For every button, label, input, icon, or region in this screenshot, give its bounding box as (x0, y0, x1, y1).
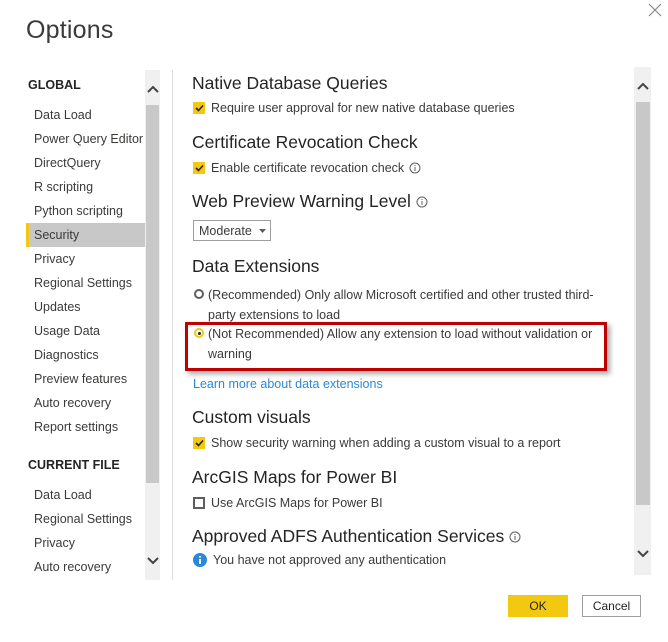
chevron-down-icon (636, 550, 649, 558)
section-title-text: ArcGIS Maps for Power BI (192, 467, 398, 487)
info-icon[interactable] (416, 196, 428, 208)
sidebar-heading-current-file: CURRENT FILE (28, 458, 120, 472)
radio-not-recommended-label: (Not Recommended) Allow any extension to… (208, 327, 593, 361)
cert-revocation-checkbox[interactable] (193, 162, 205, 174)
custom-visuals-warning-label: Show security warning when adding a cust… (211, 436, 561, 450)
sidebar-scrollbar[interactable] (145, 70, 160, 580)
native-db-approval-label: Require user approval for new native dat… (211, 101, 515, 115)
section-title-text: Certificate Revocation Check (192, 132, 418, 152)
sidebar-item-data-load[interactable]: Data Load (26, 103, 146, 127)
caret-down-icon (258, 228, 266, 233)
main-scroll-thumb[interactable] (636, 102, 650, 505)
data-extensions-not-recommended-option[interactable]: (Not Recommended) Allow any extension to… (193, 324, 613, 364)
sidebar-item-file-privacy[interactable]: Privacy (26, 531, 146, 555)
sidebar-item-regional-settings[interactable]: Regional Settings (26, 271, 146, 295)
info-icon[interactable] (409, 162, 421, 174)
arcgis-label: Use ArcGIS Maps for Power BI (211, 496, 383, 510)
info-icon[interactable] (509, 531, 521, 543)
section-title-cert-revocation: Certificate Revocation Check (192, 132, 418, 153)
sidebar-item-updates[interactable]: Updates (26, 295, 146, 319)
cancel-button[interactable]: Cancel (582, 595, 641, 617)
section-title-arcgis: ArcGIS Maps for Power BI (192, 467, 397, 488)
web-preview-level-dropdown[interactable]: Moderate (193, 220, 271, 241)
sidebar-item-power-query-editor[interactable]: Power Query Editor (26, 127, 146, 151)
section-title-web-preview: Web Preview Warning Level (192, 191, 428, 212)
close-icon (648, 3, 662, 17)
section-title-custom-visuals: Custom visuals (192, 407, 311, 428)
chevron-down-icon (146, 557, 159, 565)
sidebar-item-report-settings[interactable]: Report settings (26, 415, 146, 439)
section-title-text: Approved ADFS Authentication Services (192, 526, 505, 546)
sidebar-item-file-regional-settings[interactable]: Regional Settings (26, 507, 146, 531)
sidebar-item-python-scripting[interactable]: Python scripting (26, 199, 146, 223)
sidebar-item-usage-data[interactable]: Usage Data (26, 319, 146, 343)
radio-not-recommended[interactable] (194, 328, 204, 338)
sidebar-item-preview-features[interactable]: Preview features (26, 367, 146, 391)
adfs-info-text: You have not approved any authentication (213, 553, 447, 567)
section-title-adfs: Approved ADFS Authentication Services (192, 526, 521, 547)
arcgis-checkbox[interactable] (193, 497, 205, 509)
adfs-info-message: You have not approved any authentication (193, 553, 446, 567)
dialog-title: Options (26, 16, 114, 44)
sidebar-scroll-down-button[interactable] (145, 546, 160, 576)
sidebar-item-security[interactable]: Security (26, 223, 146, 247)
radio-recommended-label: (Recommended) Only allow Microsoft certi… (208, 288, 594, 322)
sidebar-scroll-thumb[interactable] (146, 105, 159, 483)
main-scroll-up-button[interactable] (634, 71, 651, 101)
sidebar-item-file-data-load[interactable]: Data Load (26, 483, 146, 507)
close-button[interactable] (646, 1, 664, 19)
cert-revocation-option[interactable]: Enable certificate revocation check (193, 161, 421, 175)
section-title-data-extensions: Data Extensions (192, 256, 319, 277)
ok-button[interactable]: OK (508, 595, 568, 617)
chevron-up-icon (146, 85, 159, 93)
radio-recommended[interactable] (194, 289, 204, 299)
sidebar-item-file-auto-recovery[interactable]: Auto recovery (26, 555, 146, 579)
native-db-approval-checkbox[interactable] (193, 102, 205, 114)
custom-visuals-warning-checkbox[interactable] (193, 437, 205, 449)
info-filled-icon (193, 553, 207, 567)
main-scroll-down-button[interactable] (634, 539, 651, 569)
sidebar-heading-global: GLOBAL (28, 78, 81, 92)
sidebar-item-diagnostics[interactable]: Diagnostics (26, 343, 146, 367)
section-title-text: Web Preview Warning Level (192, 191, 411, 211)
cert-revocation-label: Enable certificate revocation check (211, 161, 405, 175)
native-db-approval-option[interactable]: Require user approval for new native dat… (193, 101, 515, 115)
chevron-up-icon (636, 82, 649, 90)
checkmark-icon (194, 439, 204, 447)
sidebar-nav: GLOBAL Data Load Power Query Editor Dire… (26, 70, 146, 580)
learn-more-data-extensions-link[interactable]: Learn more about data extensions (193, 377, 383, 391)
custom-visuals-warning-option[interactable]: Show security warning when adding a cust… (193, 436, 561, 450)
checkmark-icon (194, 164, 204, 172)
checkmark-icon (194, 104, 204, 112)
section-title-text: Data Extensions (192, 256, 320, 276)
security-settings-pane: Native Database Queries Require user app… (192, 66, 632, 580)
main-scrollbar[interactable] (634, 67, 651, 575)
section-title-text: Custom visuals (192, 407, 311, 427)
sidebar-scroll-up-button[interactable] (145, 74, 160, 104)
section-title-native-db: Native Database Queries (192, 73, 388, 94)
sidebar-item-privacy[interactable]: Privacy (26, 247, 146, 271)
section-title-text: Native Database Queries (192, 73, 388, 93)
pane-divider (172, 70, 173, 580)
sidebar-item-auto-recovery[interactable]: Auto recovery (26, 391, 146, 415)
sidebar-item-r-scripting[interactable]: R scripting (26, 175, 146, 199)
dropdown-value: Moderate (199, 223, 252, 238)
sidebar-item-directquery[interactable]: DirectQuery (26, 151, 146, 175)
arcgis-option[interactable]: Use ArcGIS Maps for Power BI (193, 496, 383, 510)
data-extensions-recommended-option[interactable]: (Recommended) Only allow Microsoft certi… (193, 285, 613, 325)
